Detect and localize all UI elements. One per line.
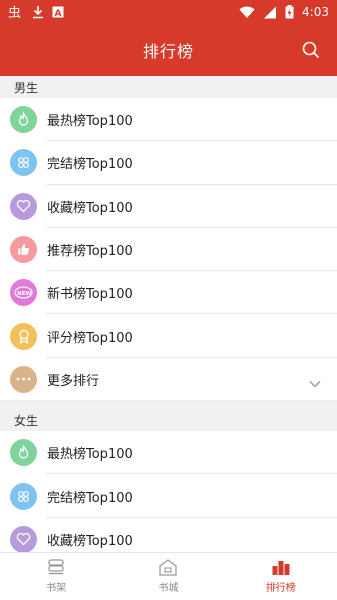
bookshelf-icon — [48, 559, 64, 575]
heart-icon — [10, 525, 37, 552]
download-icon — [32, 5, 44, 19]
thumbs-up-icon — [10, 236, 37, 264]
status-right: 4:03 — [239, 5, 329, 19]
chevron-down-icon[interactable] — [309, 373, 321, 392]
list-item-label: 新书榜Top100 — [47, 287, 133, 303]
male-ranking-list: 最热榜Top100 完结榜Top100 收藏榜Top100 推荐榜Top100 … — [0, 98, 337, 402]
search-button[interactable] — [299, 38, 323, 62]
list-item-new[interactable]: NEW 新书榜Top100 — [0, 271, 337, 315]
list-item-label: 更多排行 — [47, 373, 100, 389]
more-icon — [10, 365, 37, 393]
ranking-list-container[interactable]: 男生 最热榜Top100 完结榜Top100 收藏榜Top100 推荐榜Top1… — [0, 76, 337, 552]
list-item-label: 完结榜Top100 — [47, 490, 133, 506]
tab-label: 排行榜 — [265, 583, 296, 594]
heart-icon — [10, 192, 37, 220]
tab-bookstore[interactable]: 书城 — [112, 553, 224, 600]
ranking-icon — [272, 561, 290, 575]
search-icon — [302, 41, 320, 59]
svg-text:NEW: NEW — [17, 291, 31, 297]
app-bar: 排行榜 — [0, 24, 337, 76]
female-ranking-list: 最热榜Top100 完结榜Top100 收藏榜Top100 — [0, 431, 337, 552]
page-title: 排行榜 — [142, 42, 194, 61]
bottom-tab-bar: 书架 书城 排行榜 — [0, 552, 337, 600]
section-divider — [0, 401, 337, 410]
list-item-favorites[interactable]: 收藏榜Top100 — [0, 517, 337, 552]
list-item-hot[interactable]: 最热榜Top100 — [0, 431, 337, 475]
list-item-label: 收藏榜Top100 — [47, 200, 133, 216]
app-notification-icon: 虫 — [8, 5, 24, 19]
award-icon — [10, 322, 37, 350]
wifi-icon — [239, 5, 255, 19]
status-bar: 虫 A 4:03 — [0, 0, 337, 24]
section-header-male: 男生 — [0, 76, 337, 98]
list-item-label: 评分榜Top100 — [47, 330, 133, 346]
tab-label: 书城 — [158, 583, 179, 594]
clover-icon — [10, 482, 37, 510]
battery-icon — [285, 5, 294, 19]
svg-text:A: A — [55, 9, 62, 18]
flame-icon — [10, 106, 37, 134]
list-item-recommended[interactable]: 推荐榜Top100 — [0, 227, 337, 272]
list-item-more[interactable]: 更多排行 — [0, 357, 337, 402]
clover-icon — [10, 149, 37, 177]
bookstore-icon — [159, 559, 178, 576]
text-a-icon: A — [52, 5, 64, 19]
signal-icon — [263, 5, 277, 19]
list-item-label: 最热榜Top100 — [47, 114, 133, 130]
list-item-label: 推荐榜Top100 — [47, 244, 133, 260]
tab-label: 书架 — [46, 583, 67, 594]
list-item-finished[interactable]: 完结榜Top100 — [0, 141, 337, 185]
list-item-hot[interactable]: 最热榜Top100 — [0, 98, 337, 142]
section-header-female: 女生 — [0, 409, 337, 432]
tab-bookshelf[interactable]: 书架 — [0, 553, 112, 600]
flame-icon — [10, 439, 37, 467]
list-item-label: 最热榜Top100 — [47, 447, 133, 463]
new-badge-icon: NEW — [10, 279, 37, 307]
list-item-favorites[interactable]: 收藏榜Top100 — [0, 184, 337, 229]
list-item-label: 收藏榜Top100 — [47, 533, 133, 549]
status-left: 虫 A — [8, 5, 64, 19]
list-item-finished[interactable]: 完结榜Top100 — [0, 474, 337, 518]
svg-text:虫: 虫 — [8, 6, 21, 19]
list-item-rating[interactable]: 评分榜Top100 — [0, 314, 337, 359]
status-time: 4:03 — [302, 5, 329, 19]
list-item-label: 完结榜Top100 — [47, 157, 133, 173]
tab-ranking[interactable]: 排行榜 — [225, 553, 337, 600]
